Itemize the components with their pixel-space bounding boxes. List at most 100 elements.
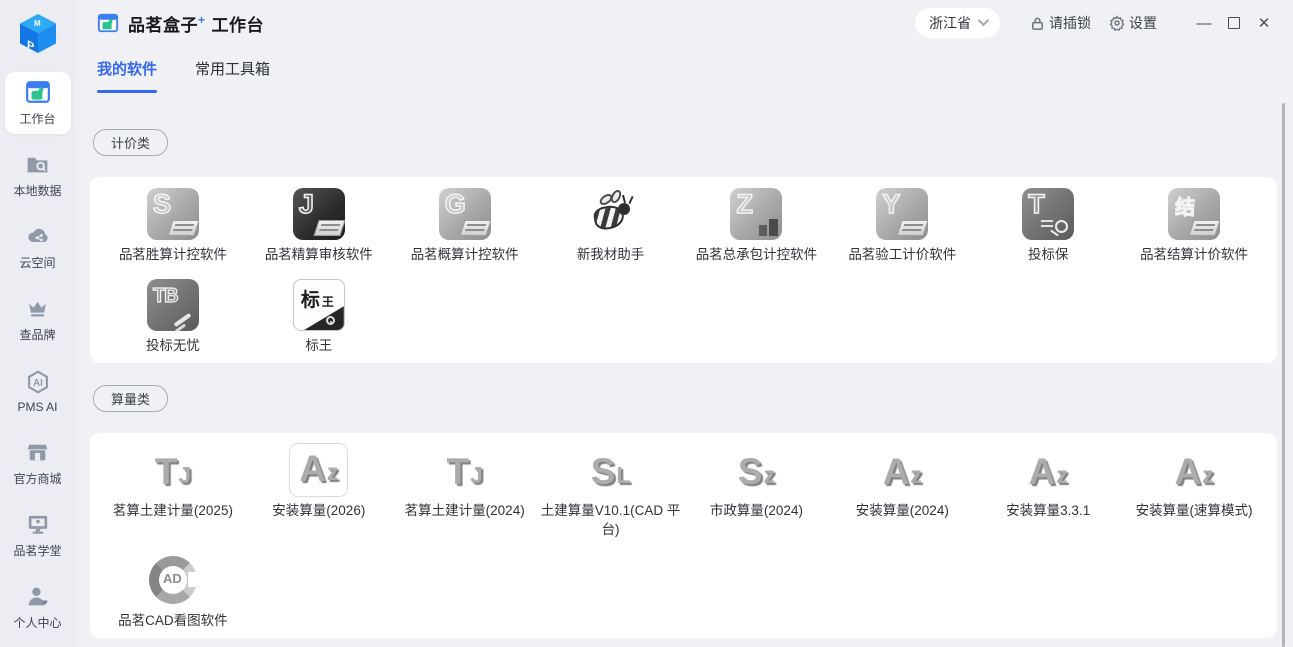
3d-letters-app-icon: Az <box>1174 444 1213 496</box>
sidebar-item-local-data[interactable]: 本地数据 <box>5 144 71 206</box>
chevron-down-icon <box>978 14 989 25</box>
sidebar-item-label: 查品牌 <box>19 326 55 343</box>
app-tile[interactable]: TJ茗算土建计量(2024) <box>392 443 538 538</box>
sidebar-item-cloud-space[interactable]: 云空间 <box>5 216 71 278</box>
sidebar-item-mall[interactable]: 官方商城 <box>5 432 71 494</box>
calc-icon <box>459 220 491 236</box>
app-tile-icon: J <box>293 188 345 240</box>
app-tile[interactable]: SL 土建算量V10.1(CAD 平台) <box>538 443 684 538</box>
sidebar-item-workbench[interactable]: 工作台 <box>5 72 71 134</box>
icon-letter: J <box>299 189 313 220</box>
app-tile-icon: S <box>147 188 199 240</box>
svg-text:AI: AI <box>33 377 43 388</box>
user-heart-icon <box>25 583 51 609</box>
app-tile[interactable]: J品茗精算审核软件 <box>246 187 392 264</box>
app-label: 安装算量(2024) <box>856 502 949 520</box>
app-tile[interactable]: Az 安装算量(2024) <box>829 443 975 538</box>
app-tile[interactable]: AD 品茗CAD看图软件 <box>100 553 246 630</box>
app-tile[interactable]: TB投标无忧 <box>100 278 246 355</box>
app-label: 品茗胜算计控软件 <box>119 246 227 264</box>
sidebar-item-brand-check[interactable]: 查品牌 <box>5 288 71 350</box>
app-label: 安装算量3.3.1 <box>1006 502 1090 520</box>
app-tile[interactable]: Az 安装算量3.3.1 <box>975 443 1121 538</box>
monitor-icon <box>25 511 51 537</box>
app-label: 市政算量(2024) <box>710 502 803 520</box>
3d-letters-app-icon: Az <box>289 443 348 497</box>
sidebar-item-label: 品茗学堂 <box>13 542 61 559</box>
app-tile[interactable]: Az安装算量(2026) <box>246 443 392 538</box>
app-icon-wrap: Az <box>1029 443 1068 497</box>
sidebar-item-school[interactable]: 品茗学堂 <box>5 504 71 566</box>
region-selector[interactable]: 浙江省 <box>915 8 1000 38</box>
app-icon-wrap: G <box>439 187 491 241</box>
app-tile[interactable]: Z品茗总承包计控软件 <box>684 187 830 264</box>
app-tile-icon: 结 <box>1168 188 1220 240</box>
gavel-icon <box>174 313 192 327</box>
sidebar-nav: 工作台本地数据云空间查品牌 AIPMS AI 官方商城品茗学堂个人中心 <box>0 72 75 647</box>
app-tile[interactable]: Y品茗验工计价软件 <box>829 187 975 264</box>
app-icon-wrap: S <box>147 187 199 241</box>
vertical-scrollbar[interactable] <box>1282 103 1285 647</box>
3d-letters-app-icon: Az <box>883 444 922 496</box>
app-icon-wrap: SL <box>591 443 631 497</box>
app-label: 安装算量(速算模式) <box>1136 502 1253 520</box>
mag-icon <box>1055 220 1068 233</box>
folder-search-icon <box>25 151 51 177</box>
sidebar: P S M 工作台本地数据云空间查品牌AIPMS AI官方商城品茗学堂个人中心 <box>0 0 75 647</box>
sidebar-item-label: 官方商城 <box>13 470 61 487</box>
app-icon-wrap: 结 <box>1168 187 1220 241</box>
calc-icon <box>1188 220 1220 236</box>
3d-letters-app-icon: TJ <box>446 444 482 496</box>
icon-letter: T <box>1028 189 1044 220</box>
app-label: 标王 <box>305 337 332 355</box>
sidebar-item-profile[interactable]: 个人中心 <box>5 576 71 638</box>
crown-icon <box>25 295 51 321</box>
icon-letter: Z <box>736 189 752 220</box>
maximize-button[interactable] <box>1219 8 1249 38</box>
insert-lock-button[interactable]: 请插锁 <box>1030 13 1091 33</box>
app-tile[interactable]: 新我材助手 <box>538 187 684 264</box>
app-tile-icon: T <box>1022 188 1074 240</box>
app-icon-wrap: TB <box>147 278 199 332</box>
app-icon-wrap: Az <box>289 443 348 497</box>
app-tile[interactable]: G 品茗概算计控软件 <box>392 187 538 264</box>
app-tile[interactable]: Sz 市政算量(2024) <box>684 443 830 538</box>
app-tile[interactable]: S 品茗胜算计控软件 <box>100 187 246 264</box>
3d-letters-app-icon: Sz <box>738 444 775 496</box>
app-label: 品茗概算计控软件 <box>411 246 519 264</box>
sidebar-item-label: 云空间 <box>19 254 55 271</box>
svg-text:P: P <box>27 38 35 54</box>
calc-icon <box>897 220 929 236</box>
app-label: 品茗CAD看图软件 <box>118 612 228 630</box>
app-tile[interactable]: 结品茗结算计价软件 <box>1121 187 1267 264</box>
app-window-icon <box>97 12 119 34</box>
3d-letters-app-icon: Az <box>1029 444 1068 496</box>
icon-letter: TB <box>153 285 178 308</box>
section-label-quantity: 算量类 <box>93 385 168 412</box>
app-tile[interactable]: TJ茗算土建计量(2025) <box>100 443 246 538</box>
3d-letters-app-icon: TJ <box>155 444 191 496</box>
app-tile[interactable]: 标王标王 <box>246 278 392 355</box>
biaowang-app-icon: 标王 <box>293 279 345 331</box>
app-tile[interactable]: Az 安装算量(速算模式) <box>1121 443 1267 538</box>
app-tile[interactable]: T 投标保 <box>975 187 1121 264</box>
tab-my-software[interactable]: 我的软件 <box>97 58 157 81</box>
calc-icon <box>313 220 345 236</box>
app-label: 土建算量V10.1(CAD 平台) <box>541 502 681 538</box>
app-label: 投标保 <box>1028 246 1069 264</box>
minimize-button[interactable]: — <box>1189 8 1219 38</box>
app-icon-wrap: Z <box>730 187 782 241</box>
settings-button[interactable]: 设置 <box>1109 13 1157 33</box>
app-icon-wrap: TJ <box>155 443 191 497</box>
app-icon-wrap: Az <box>883 443 922 497</box>
tab-toolbox[interactable]: 常用工具箱 <box>195 58 270 81</box>
close-button[interactable]: ✕ <box>1249 8 1279 38</box>
app-label: 新我材助手 <box>577 246 645 264</box>
storefront-icon <box>25 439 51 465</box>
3d-letters-app-icon: SL <box>591 444 631 496</box>
app-card-pricing: S 品茗胜算计控软件 J品茗精算审核软件 G 品茗概算计控软件 新我材助手 Z品茗总承包计控… <box>90 177 1277 363</box>
sidebar-item-pms-ai[interactable]: AIPMS AI <box>5 360 71 422</box>
icon-letter: G <box>445 189 465 220</box>
workbench-icon <box>25 79 51 105</box>
app-icon-wrap: AD <box>148 553 198 607</box>
